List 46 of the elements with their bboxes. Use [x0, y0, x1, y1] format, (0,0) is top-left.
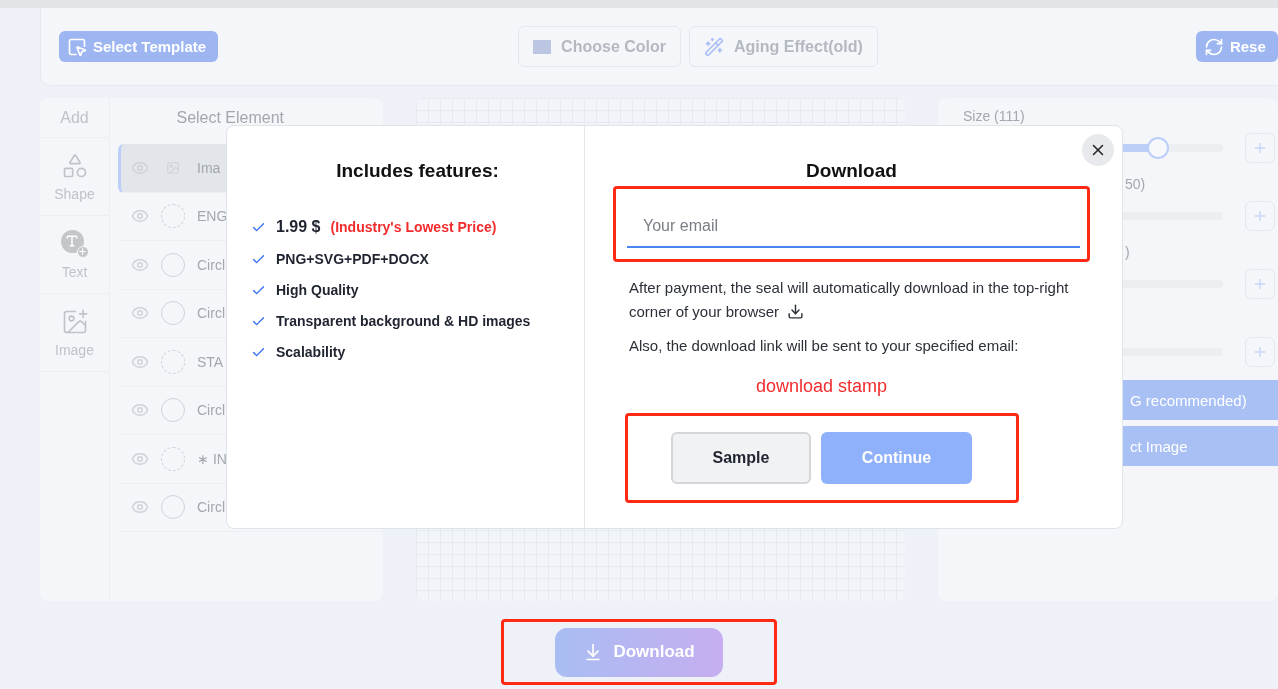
annotation-text: download stamp [754, 376, 889, 397]
sample-button[interactable]: Sample [671, 432, 811, 484]
payment-info: After payment, the seal will automatically download in the top-right corner of your browser [628, 278, 1070, 322]
close-button[interactable] [1082, 134, 1114, 166]
plus-button[interactable] [1245, 133, 1275, 163]
plus-button[interactable] [1245, 201, 1275, 231]
plus-icon [1252, 140, 1268, 156]
magic-wand-icon [704, 36, 724, 57]
slider-thumb[interactable] [1147, 137, 1169, 159]
plus-icon [1252, 276, 1268, 292]
plus-icon [1252, 344, 1268, 360]
email-info: Also, the download link will be sent to your specified email: [628, 336, 1020, 356]
element-label: Circl [197, 499, 225, 516]
plus-button[interactable] [1245, 269, 1275, 299]
select-template-button[interactable]: Select Template [59, 31, 219, 62]
plus-icon [1252, 208, 1268, 224]
element-label: ENG [197, 208, 228, 225]
element-label: Circl [197, 305, 225, 322]
color-swatch-icon [533, 39, 552, 54]
feature-text: Scalability [276, 344, 346, 360]
feature-text: 1.99 $ [276, 218, 321, 236]
pointer-square-icon [67, 36, 87, 57]
continue-button[interactable]: Continue [821, 432, 972, 484]
slider-label: ) [1124, 244, 1131, 262]
download-icon [787, 303, 805, 320]
element-label: Ima [197, 159, 221, 176]
aging-effect-button[interactable]: Aging Effect(old) [689, 26, 878, 67]
price-note: (Industry's Lowest Price) [330, 219, 497, 235]
element-label: Circl [197, 402, 225, 419]
download-button[interactable]: Download [555, 627, 723, 677]
refresh-icon [1203, 36, 1224, 57]
feature-text: High Quality [276, 282, 359, 298]
slider-label: Size (111) [963, 108, 1026, 126]
download-title: Download [805, 160, 898, 182]
plus-button[interactable] [1245, 337, 1275, 367]
slider-label: 50) [1124, 176, 1147, 194]
element-label: ∗ IN [197, 450, 227, 467]
element-label: STA [197, 353, 224, 370]
feature-text: PNG+SVG+PDF+DOCX [276, 251, 429, 267]
reset-button[interactable]: Rese [1195, 31, 1278, 62]
element-heading: Select Element [175, 108, 286, 128]
choose-color-button[interactable]: Choose Color [518, 26, 681, 67]
text-plus-icon [60, 229, 89, 258]
features-title: Includes features: [335, 160, 500, 182]
feature-text: Transparent background & HD images [276, 313, 531, 329]
element-label: Circl [197, 256, 225, 273]
